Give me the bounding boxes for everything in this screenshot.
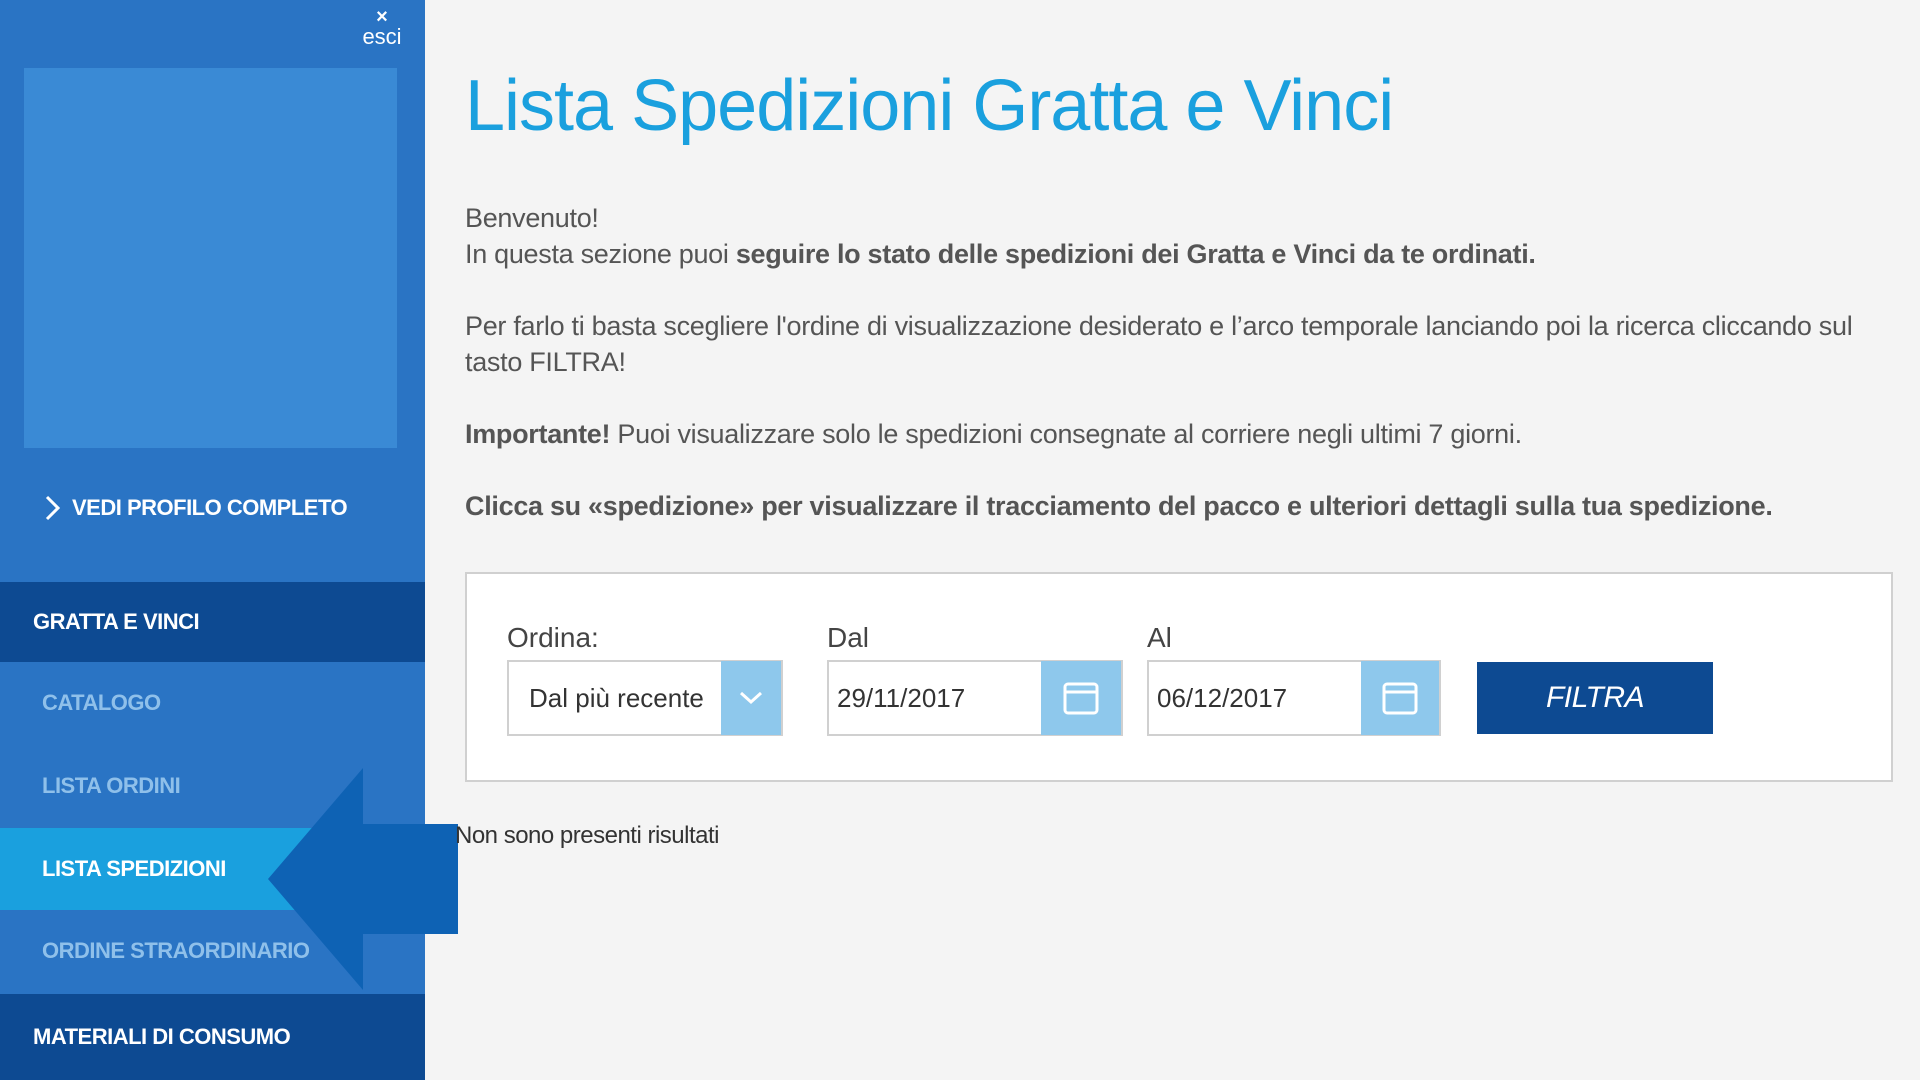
from-date-label: Dal	[827, 622, 870, 653]
logout-button[interactable]: × esci	[357, 7, 407, 49]
intro-line: In questa sezione puoi seguire lo stato …	[465, 236, 1895, 272]
sidebar-item-ordine-straordinario[interactable]: ORDINE STRAORDINARIO	[0, 910, 425, 992]
to-date-value[interactable]: 06/12/2017	[1149, 683, 1361, 714]
intro-prefix: In questa sezione puoi	[465, 239, 736, 269]
view-profile-label: VEDI PROFILO COMPLETO	[72, 495, 348, 520]
instructions-text: Per farlo ti basta scegliere l'ordine di…	[465, 311, 1853, 377]
from-date-field[interactable]: 29/11/2017	[827, 660, 1123, 736]
important-note: Importante! Puoi visualizzare solo le sp…	[465, 416, 1895, 452]
section-gratta-e-vinci[interactable]: GRATTA E VINCI	[0, 582, 425, 662]
page-title: Lista Spedizioni Gratta e Vinci	[465, 66, 1394, 146]
click-hint: Clicca su «spedizione» per visualizzare …	[465, 491, 1773, 521]
no-results-message: Non sono presenti risultati	[455, 822, 719, 849]
logout-label: esci	[362, 24, 402, 49]
filter-button[interactable]: FILTRA	[1477, 662, 1713, 734]
order-select-value: Dal più recente	[529, 682, 704, 713]
welcome-text: Benvenuto!	[465, 203, 599, 233]
from-date-calendar-button[interactable]	[1041, 661, 1121, 735]
chevron-down-icon	[739, 691, 763, 705]
order-label: Ordina:	[507, 622, 599, 653]
view-profile-link[interactable]: VEDI PROFILO COMPLETO	[36, 490, 348, 526]
to-date-field[interactable]: 06/12/2017	[1147, 660, 1441, 736]
sidebar-item-catalogo[interactable]: CATALOGO	[0, 662, 425, 744]
avatar	[24, 68, 397, 448]
to-date-calendar-button[interactable]	[1361, 661, 1439, 735]
sidebar-item-lista-ordini[interactable]: LISTA ORDINI	[0, 745, 425, 827]
chevron-right-icon	[45, 495, 61, 521]
welcome-paragraph: Benvenuto! In questa sezione puoi seguir…	[465, 200, 1895, 272]
from-date-value[interactable]: 29/11/2017	[829, 683, 1041, 714]
sidebar: × esci VEDI PROFILO COMPLETO GRATTA E VI…	[0, 0, 425, 1080]
important-label: Importante!	[465, 419, 611, 449]
sidebar-item-lista-spedizioni[interactable]: LISTA SPEDIZIONI	[0, 828, 425, 910]
order-select[interactable]: Dal più recente	[507, 660, 783, 736]
calendar-icon	[1382, 682, 1418, 715]
filter-panel: Ordina: Dal Al Dal più recente 29/11/201…	[465, 572, 1893, 782]
section-materiali-di-consumo[interactable]: MATERIALI DI CONSUMO	[0, 994, 425, 1080]
to-date-label: Al	[1147, 622, 1172, 653]
important-text: Puoi visualizzare solo le spedizioni con…	[610, 419, 1522, 449]
order-select-toggle[interactable]	[721, 661, 781, 735]
calendar-icon	[1063, 682, 1099, 715]
intro-bold: seguire lo stato delle spedizioni dei Gr…	[735, 239, 1536, 269]
